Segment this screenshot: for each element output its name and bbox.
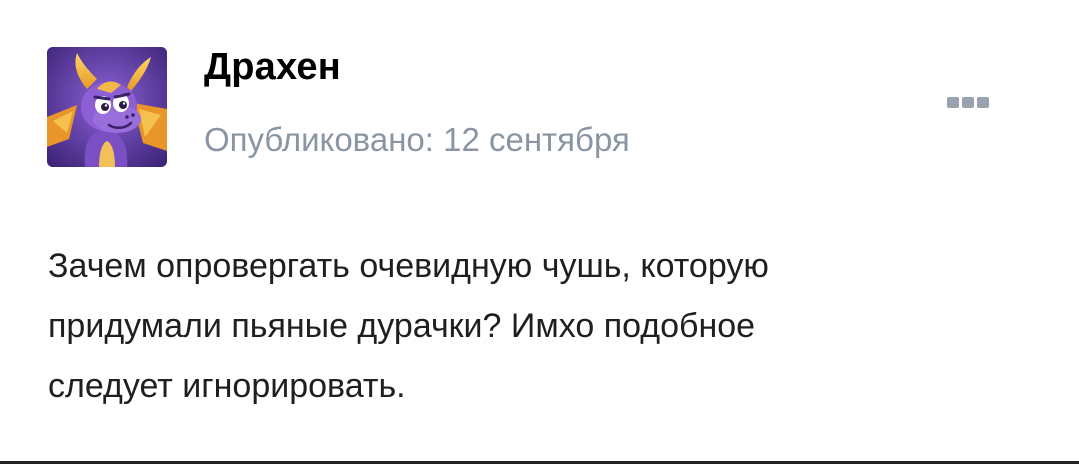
purple-dragon-avatar-icon: [47, 47, 167, 167]
more-dots-icon: [962, 96, 974, 108]
post-text-line: придумали пьяные дурачки? Имхо подобное: [48, 307, 756, 345]
avatar[interactable]: [47, 47, 167, 167]
author-name[interactable]: Драхен: [204, 46, 341, 89]
post-card: Драхен Опубликовано: 12 сентября Зачем о…: [0, 0, 1079, 464]
post-date: Опубликовано: 12 сентября: [204, 121, 630, 158]
more-dots-icon: [977, 96, 989, 108]
more-dots-icon: [947, 96, 959, 108]
post-text: Зачем опровергать очевидную чушь, котору…: [48, 236, 1008, 416]
post-text-line: следует игнорировать.: [48, 367, 406, 405]
post-text-line: Зачем опровергать очевидную чушь, котору…: [48, 247, 769, 285]
more-options-button[interactable]: [940, 88, 996, 116]
